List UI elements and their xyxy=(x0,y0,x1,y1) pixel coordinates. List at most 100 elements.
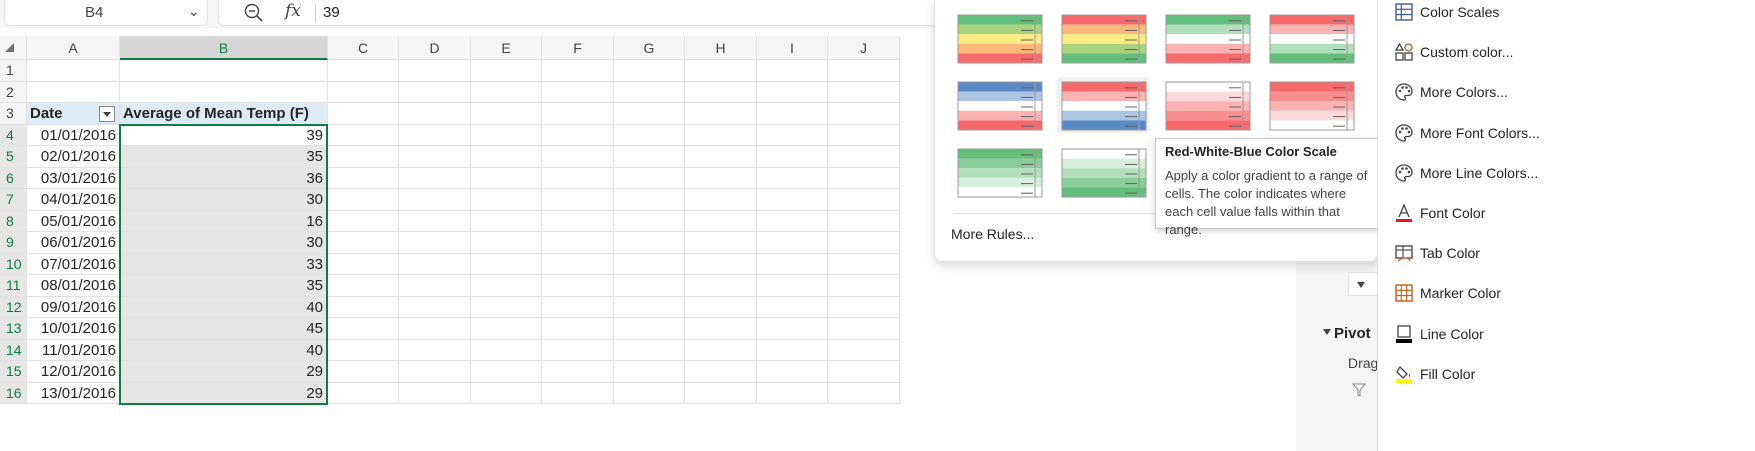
cell-d4[interactable] xyxy=(399,124,471,146)
cell-h16[interactable] xyxy=(685,382,757,404)
pivot-value-cell[interactable]: 40 xyxy=(120,296,328,318)
side-menu-item-custom-color[interactable]: Custom color... xyxy=(1378,32,1755,72)
cell-g4[interactable] xyxy=(614,124,685,146)
cell-g6[interactable] xyxy=(614,167,685,189)
pivot-date-cell[interactable]: 09/01/2016 xyxy=(27,296,120,318)
cell-g13[interactable] xyxy=(614,318,685,340)
column-header-h[interactable]: H xyxy=(685,36,757,60)
side-menu-item-marker-color[interactable]: Marker Color xyxy=(1378,273,1755,313)
cell-b1[interactable] xyxy=(120,60,328,82)
pivot-value-cell[interactable]: 35 xyxy=(120,275,328,297)
cell-f13[interactable] xyxy=(542,318,614,340)
cell-g1[interactable] xyxy=(614,60,685,82)
cell-f14[interactable] xyxy=(542,339,614,361)
cell-j12[interactable] xyxy=(828,296,900,318)
cell-g10[interactable] xyxy=(614,253,685,275)
filter-dropdown-button[interactable] xyxy=(99,106,115,122)
row-header-8[interactable]: 8 xyxy=(0,210,27,232)
function-icon[interactable]: fx xyxy=(285,1,301,21)
cell-d1[interactable] xyxy=(399,60,471,82)
cell-e8[interactable] xyxy=(471,210,542,232)
cell-h12[interactable] xyxy=(685,296,757,318)
row-header-10[interactable]: 10 xyxy=(0,253,27,275)
color-scale-option-6[interactable] xyxy=(1057,77,1149,133)
cell-f1[interactable] xyxy=(542,60,614,82)
pivot-date-cell[interactable]: 07/01/2016 xyxy=(27,253,120,275)
cell-h8[interactable] xyxy=(685,210,757,232)
chevron-down-icon[interactable]: ⌄ xyxy=(188,3,200,20)
pivot-date-cell[interactable]: 02/01/2016 xyxy=(27,146,120,168)
pivot-value-cell[interactable]: 40 xyxy=(120,339,328,361)
cell-g15[interactable] xyxy=(614,361,685,383)
pivot-value-cell[interactable]: 33 xyxy=(120,253,328,275)
pivot-date-cell[interactable]: 12/01/2016 xyxy=(27,361,120,383)
cell-h1[interactable] xyxy=(685,60,757,82)
side-menu-item-fill-color[interactable]: Fill Color xyxy=(1378,354,1755,394)
cell-e16[interactable] xyxy=(471,382,542,404)
cell-j9[interactable] xyxy=(828,232,900,254)
cell-i8[interactable] xyxy=(757,210,828,232)
color-scale-option-9[interactable] xyxy=(953,144,1045,200)
pivot-value-cell[interactable]: 36 xyxy=(120,167,328,189)
cell-i5[interactable] xyxy=(757,146,828,168)
select-all-button[interactable] xyxy=(0,36,27,60)
cell-j7[interactable] xyxy=(828,189,900,211)
cell-d13[interactable] xyxy=(399,318,471,340)
row-header-13[interactable]: 13 xyxy=(0,318,27,340)
cell-c10[interactable] xyxy=(328,253,399,275)
cell-h14[interactable] xyxy=(685,339,757,361)
name-box[interactable]: B4 ⌄ xyxy=(4,0,208,26)
cell-d10[interactable] xyxy=(399,253,471,275)
cell-e9[interactable] xyxy=(471,232,542,254)
pivot-value-header[interactable]: Average of Mean Temp (F) xyxy=(120,103,328,125)
cell-h7[interactable] xyxy=(685,189,757,211)
cell-g7[interactable] xyxy=(614,189,685,211)
color-scale-option-7[interactable] xyxy=(1161,77,1253,133)
side-menu-item-color-scales[interactable]: Color Scales xyxy=(1378,0,1755,32)
row-header-16[interactable]: 16 xyxy=(0,382,27,404)
cell-g9[interactable] xyxy=(614,232,685,254)
column-header-i[interactable]: I xyxy=(757,36,828,60)
cell-f3[interactable] xyxy=(542,103,614,125)
cell-a2[interactable] xyxy=(27,81,120,103)
cell-h4[interactable] xyxy=(685,124,757,146)
cell-f5[interactable] xyxy=(542,146,614,168)
row-header-15[interactable]: 15 xyxy=(0,361,27,383)
active-cell[interactable]: 39 xyxy=(120,124,328,146)
cell-g14[interactable] xyxy=(614,339,685,361)
pivot-value-cell[interactable]: 29 xyxy=(120,382,328,404)
cell-j2[interactable] xyxy=(828,81,900,103)
color-scale-option-5[interactable] xyxy=(953,77,1045,133)
cell-d9[interactable] xyxy=(399,232,471,254)
column-header-g[interactable]: G xyxy=(614,36,685,60)
cell-c16[interactable] xyxy=(328,382,399,404)
cell-f10[interactable] xyxy=(542,253,614,275)
cell-f6[interactable] xyxy=(542,167,614,189)
zoom-out-icon[interactable] xyxy=(243,2,265,24)
cell-e2[interactable] xyxy=(471,81,542,103)
cell-c11[interactable] xyxy=(328,275,399,297)
cell-f8[interactable] xyxy=(542,210,614,232)
cell-h11[interactable] xyxy=(685,275,757,297)
side-menu-item-font-color[interactable]: Font Color xyxy=(1378,193,1755,233)
more-rules-item[interactable]: More Rules... xyxy=(951,226,1034,242)
cell-g5[interactable] xyxy=(614,146,685,168)
cell-j3[interactable] xyxy=(828,103,900,125)
column-header-a[interactable]: A xyxy=(27,36,120,60)
cell-j16[interactable] xyxy=(828,382,900,404)
pivot-date-cell[interactable]: 04/01/2016 xyxy=(27,189,120,211)
cell-f11[interactable] xyxy=(542,275,614,297)
cell-d6[interactable] xyxy=(399,167,471,189)
cell-e4[interactable] xyxy=(471,124,542,146)
cell-j15[interactable] xyxy=(828,361,900,383)
pivot-value-cell[interactable]: 30 xyxy=(120,189,328,211)
cell-j1[interactable] xyxy=(828,60,900,82)
cell-i12[interactable] xyxy=(757,296,828,318)
cell-e13[interactable] xyxy=(471,318,542,340)
cell-h5[interactable] xyxy=(685,146,757,168)
color-scale-option-8[interactable] xyxy=(1265,77,1357,133)
cell-h3[interactable] xyxy=(685,103,757,125)
side-menu-item-more-font-colors[interactable]: More Font Colors... xyxy=(1378,113,1755,153)
cell-h10[interactable] xyxy=(685,253,757,275)
row-header-14[interactable]: 14 xyxy=(0,339,27,361)
